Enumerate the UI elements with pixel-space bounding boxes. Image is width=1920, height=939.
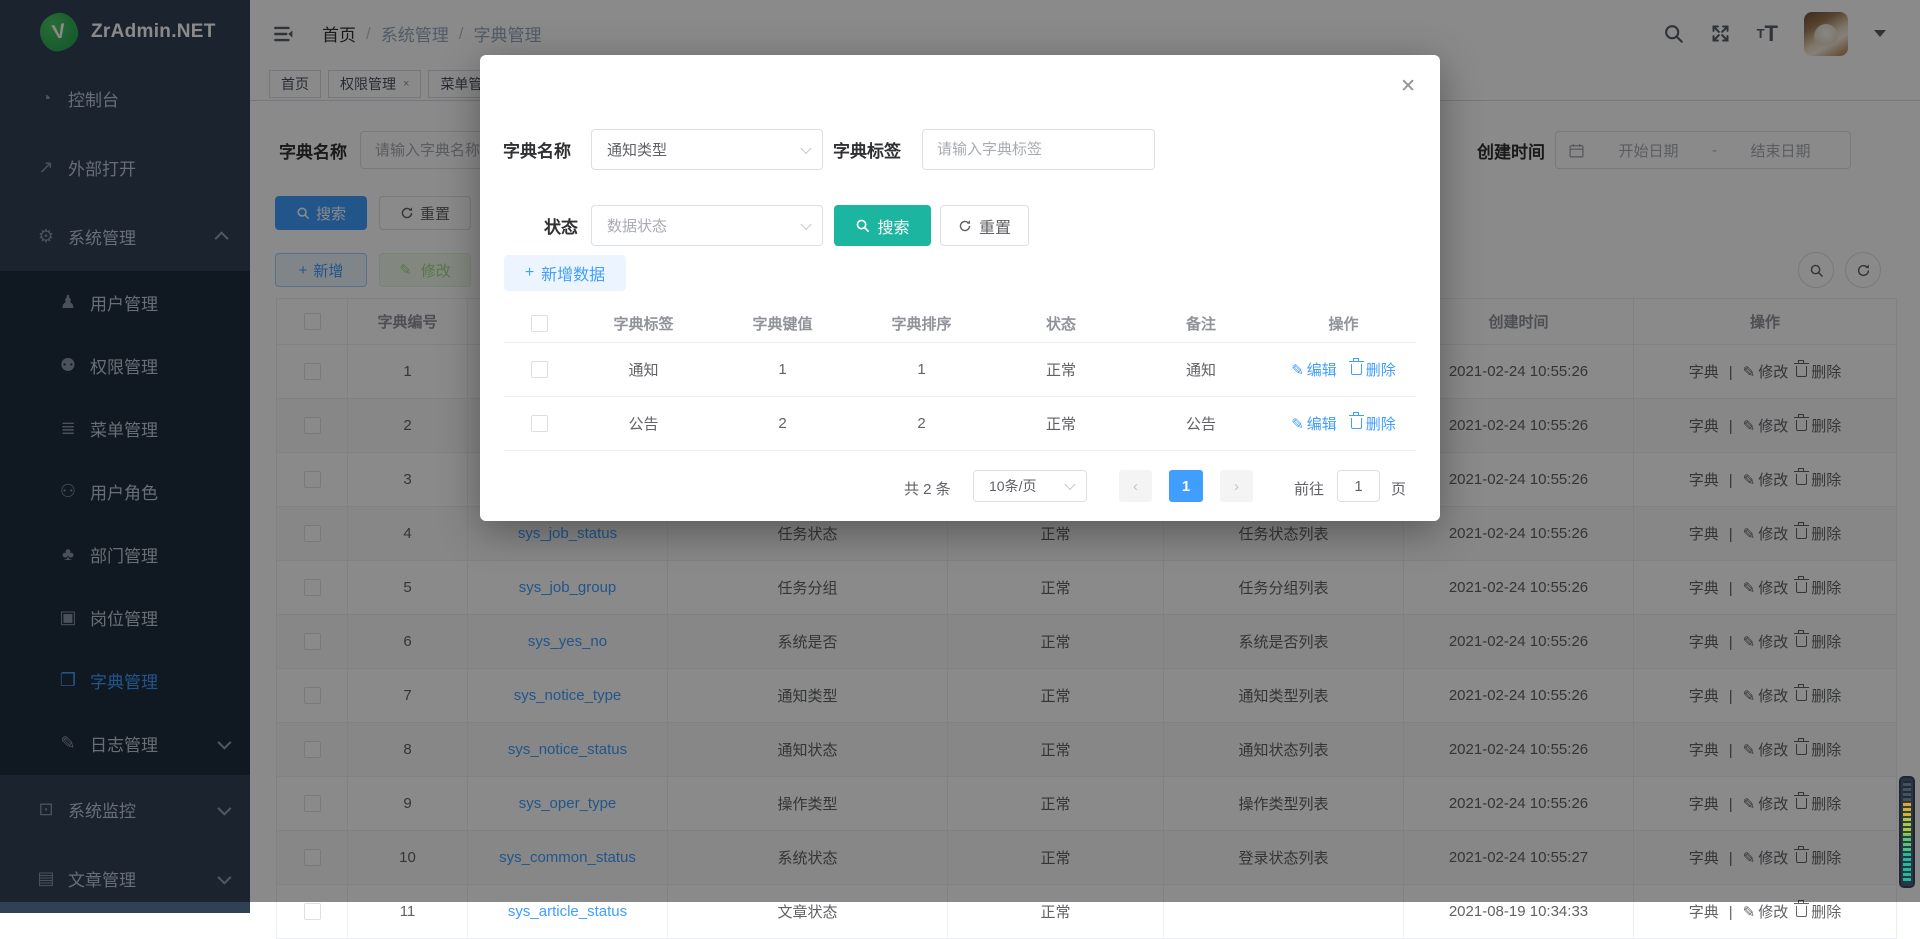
chevron-down-icon xyxy=(800,218,811,229)
modal-search-button[interactable]: 搜索 xyxy=(834,205,931,246)
cell-remark: 通知 xyxy=(1131,343,1271,397)
row-checkbox[interactable] xyxy=(531,415,548,432)
row-checkbox[interactable] xyxy=(304,903,321,920)
page-size-select[interactable]: 10条/页 xyxy=(973,470,1087,502)
row-edit-link[interactable]: 修改 xyxy=(1743,904,1789,921)
cell-dict-label: 通知 xyxy=(574,343,713,397)
select-all-checkbox[interactable] xyxy=(531,315,548,332)
cell-dict-value: 2 xyxy=(713,397,852,451)
add-data-button[interactable]: +新增数据 xyxy=(504,255,626,291)
modal-status-select[interactable]: 数据状态 xyxy=(591,205,823,246)
goto-page-label: 前往 xyxy=(1294,478,1324,499)
scrollbar-thumb[interactable] xyxy=(1899,776,1915,888)
row-checkbox[interactable] xyxy=(531,361,548,378)
modal-status-label: 状态 xyxy=(544,213,578,238)
cell-dict-value: 1 xyxy=(713,343,852,397)
cell-remark: 公告 xyxy=(1131,397,1271,451)
row-edit-link[interactable]: 编辑 xyxy=(1291,362,1337,379)
next-page-button[interactable]: › xyxy=(1220,470,1253,502)
row-delete-link[interactable]: 删除 xyxy=(1351,416,1396,433)
cell-status: 正常 xyxy=(991,397,1131,451)
page-unit-label: 页 xyxy=(1391,478,1406,499)
chevron-down-icon xyxy=(800,142,811,153)
row-delete-link[interactable]: 删除 xyxy=(1796,904,1841,921)
prev-page-button[interactable]: ‹ xyxy=(1119,470,1152,502)
current-page-button[interactable]: 1 xyxy=(1169,470,1203,502)
modal-reset-button[interactable]: 重置 xyxy=(940,205,1029,246)
row-delete-link[interactable]: 删除 xyxy=(1351,362,1396,379)
chevron-down-icon xyxy=(1064,479,1075,490)
modal-dict-name-select[interactable]: 通知类型 xyxy=(591,129,823,170)
close-icon[interactable]: ✕ xyxy=(1400,75,1416,98)
pagination-total: 共 2 条 xyxy=(904,478,951,499)
row-edit-link[interactable]: 编辑 xyxy=(1291,416,1337,433)
table-row: 通知11正常通知编辑删除 xyxy=(504,343,1416,397)
cell-dict-sort: 2 xyxy=(852,397,991,451)
cell-status: 正常 xyxy=(991,343,1131,397)
table-header-row: 字典标签字典键值 字典排序状态 备注操作 xyxy=(504,304,1416,343)
cell-dict-sort: 1 xyxy=(852,343,991,397)
dict-data-table: 字典标签字典键值 字典排序状态 备注操作 通知11正常通知编辑删除公告22正常公… xyxy=(504,304,1416,451)
dict-type-link[interactable]: sys_article_status xyxy=(508,903,627,920)
goto-page-input[interactable] xyxy=(1337,470,1380,502)
modal-dict-label-label: 字典标签 xyxy=(833,137,901,162)
modal-dict-label-input[interactable] xyxy=(922,129,1155,170)
plus-icon: + xyxy=(525,264,534,282)
cell-dict-label: 公告 xyxy=(574,397,713,451)
modal-dict-name-label: 字典名称 xyxy=(503,137,571,162)
dict-data-dialog: ✕ 字典名称 通知类型 字典标签 状态 数据状态 搜索 重置 +新增数据 字典标… xyxy=(480,55,1440,521)
dict-data-link[interactable]: 字典 xyxy=(1689,904,1719,921)
table-row: 公告22正常公告编辑删除 xyxy=(504,397,1416,451)
